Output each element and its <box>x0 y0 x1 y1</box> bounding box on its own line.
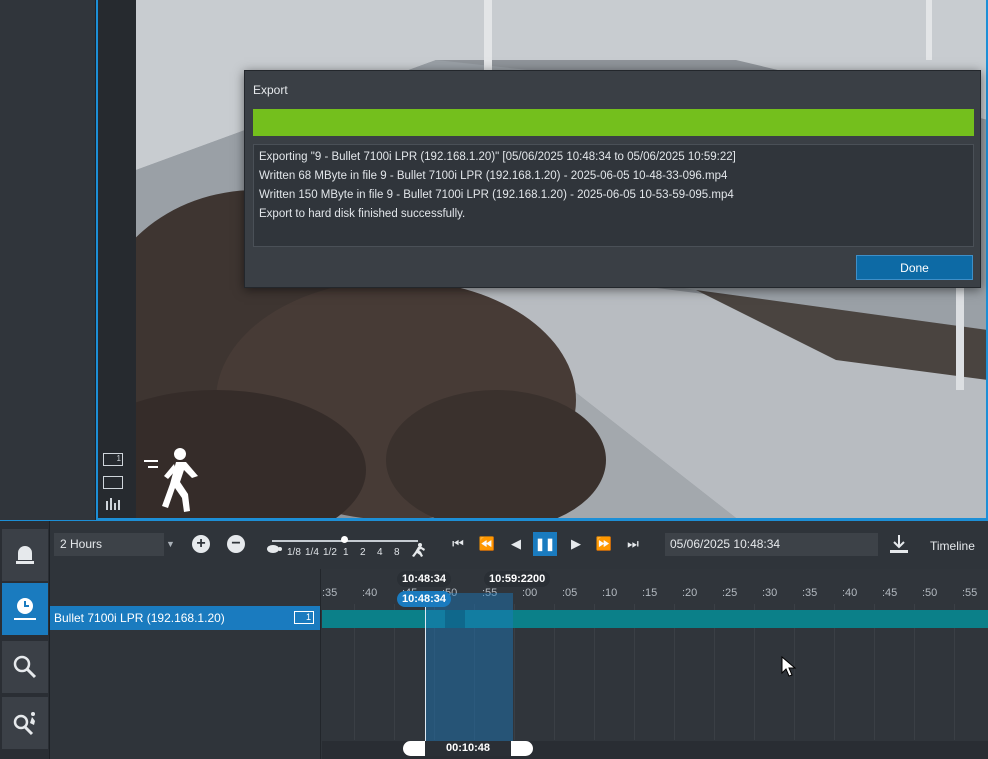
camera-badge: 1 <box>294 611 314 624</box>
view-number: 1 <box>116 454 121 463</box>
tick-label: :05 <box>562 587 578 599</box>
dialog-title: Export <box>253 83 288 97</box>
previous-frame-button[interactable]: ⏪ <box>478 534 496 554</box>
next-frame-button[interactable]: ⏩ <box>595 534 613 554</box>
current-time-marker: 10:48:34 <box>397 591 452 607</box>
tick-label: :30 <box>762 587 778 599</box>
skip-to-end-button[interactable]: ⏭ <box>622 534 644 554</box>
speed-label: 4 <box>377 547 383 558</box>
speed-label: 1/4 <box>305 547 319 558</box>
log-line: Export to hard disk finished successfull… <box>259 208 466 220</box>
log-line: Written 68 MByte in file 9 - Bullet 7100… <box>259 170 728 182</box>
app-window: 1 Export Exporting "9 - Bullet 7100i LPR… <box>0 0 988 759</box>
running-person-icon <box>412 543 425 557</box>
export-selection-range[interactable] <box>425 593 513 741</box>
speed-label: 1/8 <box>287 547 301 558</box>
tick-label: :40 <box>842 587 858 599</box>
tick-label: :25 <box>722 587 738 599</box>
video-toolstrip: 1 <box>98 0 136 518</box>
speed-slider-handle[interactable] <box>341 536 348 543</box>
alarm-mode-button[interactable] <box>2 529 48 581</box>
mode-rail <box>0 521 50 759</box>
clock-icon <box>14 598 36 620</box>
motion-search-icon <box>13 712 35 736</box>
timeline[interactable]: :35 :40 :45 :50 :55 :00 :05 :10 :15 :20 :25 :30 :35:… <box>320 569 988 759</box>
walking-person-icon <box>144 448 198 512</box>
tick-label: :40 <box>362 587 378 599</box>
playback-panel: 2 Hours ▼ + − 1/8 1/4 1/2 1 2 4 8 ⏮ ⏪ ◀ <box>0 520 988 759</box>
single-view-icon[interactable]: 1 <box>103 453 123 466</box>
tick-label: :50 <box>922 587 938 599</box>
turtle-icon <box>267 545 282 553</box>
audio-levels-icon[interactable] <box>103 495 123 511</box>
tick-label: :10 <box>602 587 618 599</box>
tick-label: :15 <box>642 587 658 599</box>
selection-end-marker[interactable]: 10:59:2200 <box>484 571 551 587</box>
tick-label-clipped: 00 <box>533 573 546 585</box>
fullscreen-icon[interactable] <box>103 476 123 489</box>
camera-name: Bullet 7100i LPR (192.168.1.20) <box>54 611 225 625</box>
selection-end-time: 10:59:22 <box>489 573 534 585</box>
export-progress-bar <box>253 109 974 136</box>
pause-button[interactable]: ❚❚ <box>533 532 557 556</box>
log-line: Written 150 MByte in file 9 - Bullet 710… <box>259 189 734 201</box>
recording-track[interactable] <box>322 610 988 628</box>
timeline-tab[interactable]: Timeline <box>930 539 975 553</box>
play-reverse-button[interactable]: ◀ <box>508 534 524 554</box>
export-log[interactable]: Exporting "9 - Bullet 7100i LPR (192.168… <box>253 144 974 247</box>
zoom-in-button[interactable]: + <box>192 535 210 553</box>
speed-label: 1 <box>343 547 349 558</box>
tick-label: :45 <box>882 587 898 599</box>
chevron-down-icon[interactable]: ▼ <box>166 539 175 549</box>
motion-search-button[interactable] <box>2 697 48 749</box>
duration-select[interactable]: 2 Hours <box>54 533 164 556</box>
play-forward-button[interactable]: ▶ <box>568 534 584 554</box>
log-line: Exporting "9 - Bullet 7100i LPR (192.168… <box>259 151 736 163</box>
zoom-search-icon <box>13 655 37 679</box>
tick-label: :00 <box>522 587 538 599</box>
tick-label: :35 <box>322 587 338 599</box>
tick-label: :35 <box>802 587 818 599</box>
selection-duration: 00:10:48 <box>425 741 511 756</box>
skip-to-start-button[interactable]: ⏮ <box>447 534 469 554</box>
selection-start-marker[interactable]: 10:48:34 <box>397 571 452 587</box>
camera-row[interactable]: Bullet 7100i LPR (192.168.1.20) 1 <box>50 606 320 630</box>
search-mode-button[interactable] <box>2 641 48 693</box>
speed-label: 8 <box>394 547 400 558</box>
download-icon[interactable] <box>888 533 910 555</box>
left-sidebar <box>0 0 96 520</box>
mouse-cursor-icon <box>781 656 797 677</box>
export-dialog: Export Exporting "9 - Bullet 7100i LPR (… <box>244 70 981 288</box>
done-button[interactable]: Done <box>856 255 973 280</box>
datetime-field[interactable]: 05/06/2025 10:48:34 <box>665 533 878 556</box>
zoom-out-button[interactable]: − <box>227 535 245 553</box>
speed-label: 2 <box>360 547 366 558</box>
speed-label: 1/2 <box>323 547 337 558</box>
tick-label: :55 <box>962 587 978 599</box>
tick-label: :20 <box>682 587 698 599</box>
playback-toolbar: 2 Hours ▼ + − 1/8 1/4 1/2 1 2 4 8 ⏮ ⏪ ◀ <box>50 521 988 569</box>
playback-mode-button[interactable] <box>2 583 48 635</box>
playhead[interactable] <box>425 593 426 741</box>
alarm-bell-icon <box>16 546 34 564</box>
